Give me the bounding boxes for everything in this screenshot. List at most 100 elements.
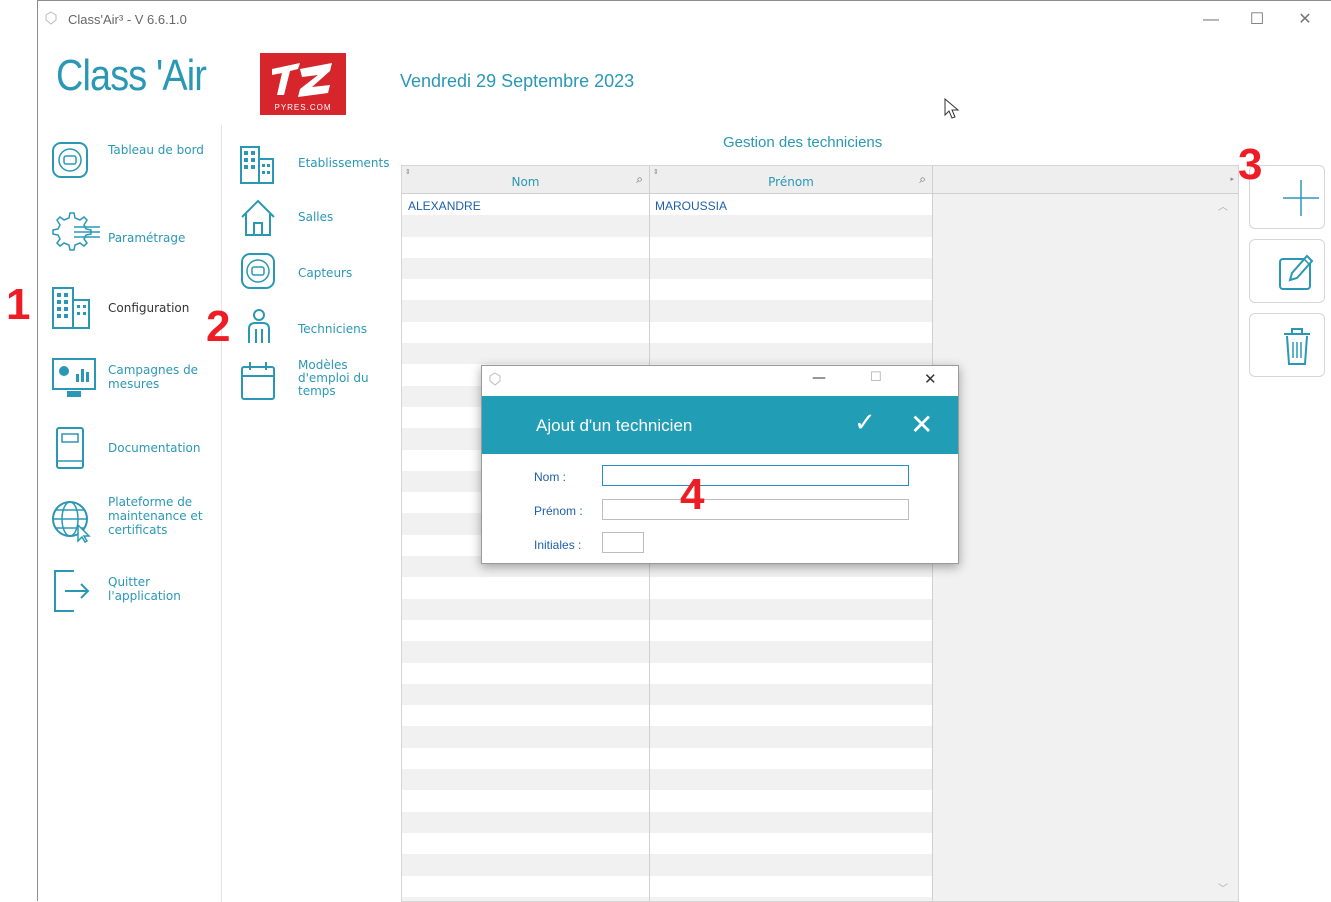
table-row (402, 257, 933, 280)
search-icon[interactable]: ⌕ (636, 172, 643, 187)
table-row (402, 832, 933, 855)
nav-item-salles[interactable]: Salles (239, 197, 399, 245)
edit-icon (1279, 254, 1314, 290)
cell-prenom: MAROUSSIA (655, 199, 728, 213)
nav-label: Plateforme de maintenance et certificats (108, 495, 203, 537)
title-bar: Class'Air³ - V 6.6.1.0 — ☐ ✕ (38, 1, 1331, 37)
minimize-button[interactable]: — (1188, 6, 1234, 34)
table-row (402, 215, 933, 237)
building-icon (240, 146, 274, 184)
app-icon (45, 11, 57, 25)
maximize-button[interactable]: ☐ (1234, 6, 1280, 34)
nav-label: Documentation (108, 441, 201, 455)
search-icon[interactable]: ⌕ (919, 172, 926, 187)
calendar-icon (241, 362, 275, 400)
initiales-field[interactable] (602, 532, 644, 553)
edit-button[interactable] (1249, 239, 1325, 303)
table-row (402, 598, 933, 620)
table-row (402, 726, 933, 748)
annotation-1: 1 (6, 280, 31, 329)
gear-icon (52, 212, 100, 251)
exit-icon (54, 570, 90, 612)
scroll-down-icon[interactable]: ﹀ (1218, 880, 1228, 895)
trash-icon (1284, 328, 1310, 365)
delete-button[interactable] (1249, 313, 1325, 377)
table-row (402, 811, 933, 833)
nom-field[interactable] (602, 465, 909, 486)
table-row[interactable]: ALEXANDRE MAROUSSIA (402, 194, 933, 216)
nav-label: Tableau de bord (108, 143, 204, 157)
add-technician-dialog: — ☐ ✕ Ajout d'un technicien ✓ ✕ Nom : Pr… (481, 365, 959, 564)
sensor-icon (241, 253, 275, 289)
nav-label: Salles (298, 210, 334, 224)
table-empty-area (933, 194, 1238, 901)
app-window: Class'Air³ - V 6.6.1.0 — ☐ ✕ Class 'Air … (37, 0, 1331, 902)
table-row (402, 875, 933, 897)
column-header-prenom[interactable]: ⇕ Prénom ⌕ (650, 166, 933, 194)
nav-label: Techniciens (298, 322, 367, 336)
nav-item-etablissements[interactable]: Etablissements (239, 145, 399, 193)
dialog-minimize-button[interactable]: — (812, 370, 826, 386)
nav-item-configuration[interactable]: Configuration (50, 285, 220, 333)
nav-label: Modèles d'emploi du temps (298, 358, 369, 398)
table-header: ⇕ Nom ⌕ ⇕ Prénom ⌕ ▸ (402, 166, 1238, 194)
scroll-right-icon[interactable]: ▸ (1230, 175, 1234, 183)
prenom-field[interactable] (602, 499, 909, 520)
nav-item-plateforme[interactable]: Plateforme de maintenance et certificats (50, 495, 220, 543)
table-row (402, 662, 933, 684)
sensor-icon (52, 142, 88, 178)
scroll-up-icon[interactable]: ︿ (1218, 198, 1228, 213)
annotation-2: 2 (206, 302, 231, 351)
nav-item-campagnes[interactable]: Campagnes de mesures (50, 355, 220, 403)
nav-label: Etablissements (298, 156, 390, 170)
table-row (402, 321, 933, 344)
table-row (402, 790, 933, 812)
column-header-nom[interactable]: ⇕ Nom ⌕ (402, 166, 650, 194)
nav-label: Campagnes de mesures (108, 363, 199, 391)
nav-label: Quitter l'application (108, 575, 181, 603)
table-row (402, 236, 933, 258)
table-row (402, 300, 933, 322)
nav-item-quitter[interactable]: Quitter l'application (50, 567, 220, 615)
table-row (402, 747, 933, 770)
sub-navigation: Etablissements Salles Capteurs Technicie… (223, 125, 399, 902)
nav-item-modeles[interactable]: Modèles d'emploi du temps (239, 359, 399, 407)
brand-logo: PYRES.COM (260, 53, 346, 115)
table-row (402, 854, 933, 876)
table-row (402, 343, 933, 365)
brand-subtitle: PYRES.COM (274, 103, 332, 112)
nav-item-techniciens[interactable]: Techniciens (239, 307, 399, 355)
prenom-label: Prénom : (534, 504, 583, 518)
nav-item-documentation[interactable]: Documentation (50, 425, 220, 473)
cancel-icon[interactable]: ✕ (910, 408, 942, 441)
app-icon (489, 372, 501, 386)
dialog-maximize-button[interactable]: ☐ (870, 370, 882, 385)
dialog-close-button[interactable]: ✕ (924, 370, 937, 388)
table-row (402, 577, 933, 599)
table-row (402, 683, 933, 706)
nav-label: Paramétrage (108, 231, 186, 245)
page-title: Gestion des techniciens (723, 134, 883, 151)
table-row (402, 769, 933, 791)
current-date: Vendredi 29 Septembre 2023 (400, 71, 635, 91)
house-icon (241, 199, 275, 236)
nav-item-capteurs[interactable]: Capteurs (239, 251, 399, 299)
nav-item-tableau-de-bord[interactable]: Tableau de bord (50, 139, 220, 187)
building-icon (52, 287, 90, 329)
app-logo: Class 'Air (56, 51, 207, 100)
globe-cursor-icon (52, 501, 91, 543)
dialog-header: Ajout d'un technicien ✓ ✕ (482, 396, 958, 454)
nom-label: Nom : (534, 470, 567, 484)
mouse-cursor-icon (944, 98, 960, 119)
dialog-title-bar: — ☐ ✕ (482, 366, 958, 396)
nav-item-parametrage[interactable]: Paramétrage (50, 205, 220, 253)
initiales-label: Initiales : (534, 538, 582, 552)
window-title: Class'Air³ - V 6.6.1.0 (68, 12, 187, 27)
table-row (402, 279, 933, 301)
dialog-title: Ajout d'un technicien (536, 416, 693, 435)
nav-label: Configuration (108, 301, 190, 315)
table-row (402, 641, 933, 663)
close-button[interactable]: ✕ (1282, 6, 1328, 34)
main-navigation: Tableau de bord Paramétrage Configuratio… (38, 125, 222, 902)
confirm-icon[interactable]: ✓ (854, 408, 886, 440)
